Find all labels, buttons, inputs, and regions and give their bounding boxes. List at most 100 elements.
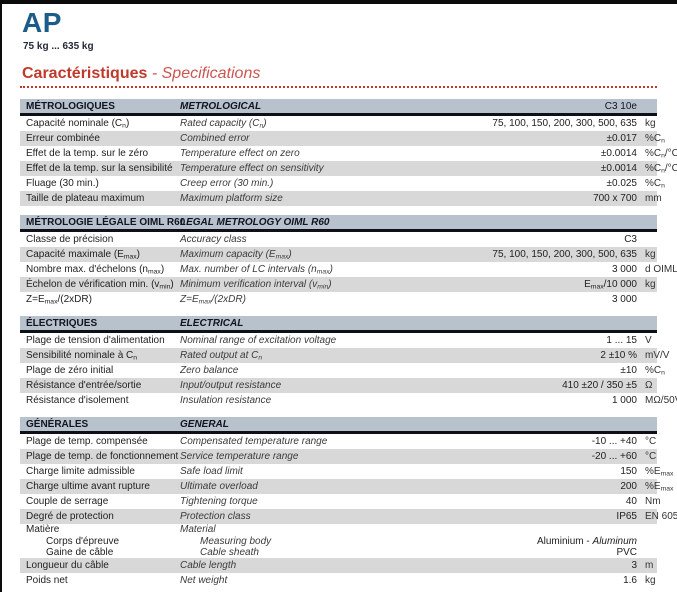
row-unit: %Cn: [645, 363, 677, 378]
table-row: Charge ultime avant ruptureUltimate over…: [20, 479, 657, 494]
row-label-en: Maximum capacity (Emax): [180, 247, 457, 262]
row-unit: d OIML: [645, 262, 677, 277]
row-value: -20 ... +60: [457, 449, 657, 464]
row-label-en: Z=Emax/(2xDR): [180, 292, 457, 307]
row-label-fr: Résistance d'isolement: [20, 393, 180, 408]
section-header: ÉLECTRIQUESELECTRICAL: [20, 316, 657, 333]
table-row: Fluage (30 min.)Creep error (30 min.)±0.…: [20, 176, 657, 191]
row-value: ±0.017: [457, 131, 657, 146]
table-row: Plage de tension d'alimentationNominal r…: [20, 333, 657, 348]
capacity-range: 75 kg ... 635 kg: [23, 41, 677, 52]
row-value: Emax/10 000: [457, 277, 657, 292]
row-value: 200: [457, 479, 657, 494]
row-label-fr: Classe de précision: [20, 232, 180, 247]
row-unit: kg: [645, 277, 677, 292]
row-value: 75, 100, 150, 200, 300, 500, 635: [457, 247, 657, 262]
row-label-fr: Plage de tension d'alimentation: [20, 333, 180, 348]
datasheet-page: AP 75 kg ... 635 kg Caractéristiques - S…: [2, 4, 677, 588]
row-value: [457, 524, 657, 536]
dotted-divider: [20, 86, 657, 88]
section-header: MÉTROLOGIE LÉGALE OIML R60LEGAL METROLOG…: [20, 215, 657, 232]
table-row: Capacité maximale (Emax)Maximum capacity…: [20, 247, 657, 262]
row-label-en: Combined error: [180, 131, 457, 146]
table-row: Plage de temp. compenséeCompensated temp…: [20, 434, 657, 449]
material-sub-row: Corps d'épreuveMeasuring bodyAluminium -…: [20, 536, 657, 547]
row-label-en: Material: [180, 524, 457, 536]
row-label-fr: Capacité nominale (Cn): [20, 116, 180, 131]
row-label-fr: Effet de la temp. sur le zéro: [20, 146, 180, 161]
section-header-en: LEGAL METROLOGY OIML R60: [180, 214, 457, 231]
section-header-en: ELECTRICAL: [180, 315, 457, 332]
row-value: 75, 100, 150, 200, 300, 500, 635: [457, 116, 657, 131]
table-row: Z=Emax/(2xDR)Z=Emax/(2xDR)3 000: [20, 292, 657, 307]
table-row: Nombre max. d'échelons (nmax)Max. number…: [20, 262, 657, 277]
table-row: Degré de protectionProtection classIP65E…: [20, 509, 657, 524]
row-value: 700 x 700: [457, 191, 657, 206]
spec-heading-en: - Specifications: [152, 65, 261, 82]
table-row: Erreur combinéeCombined error±0.017%Cn: [20, 131, 657, 146]
spec-table: MÉTROLOGIQUESMETROLOGICALC3 10eCapacité …: [20, 99, 677, 588]
row-unit: m: [645, 558, 677, 573]
table-row: Classe de précisionAccuracy classC3: [20, 232, 657, 247]
row-value: 3 000: [457, 262, 657, 277]
sub-row-label-en: Measuring body: [200, 536, 457, 547]
row-label-fr: Capacité maximale (Emax): [20, 247, 180, 262]
spec-section: MÉTROLOGIE LÉGALE OIML R60LEGAL METROLOG…: [20, 215, 677, 307]
row-unit: Ω: [645, 378, 677, 393]
row-unit: °C: [645, 434, 677, 449]
row-label-fr: Fluage (30 min.): [20, 176, 180, 191]
spec-section: MÉTROLOGIQUESMETROLOGICALC3 10eCapacité …: [20, 99, 677, 206]
spec-heading-fr: Caractéristiques: [22, 65, 147, 82]
row-label-en: Minimum verification interval (vmin): [180, 277, 457, 292]
row-unit: °C: [645, 449, 677, 464]
row-unit: Nm: [645, 494, 677, 509]
table-row: MatièreMaterial: [20, 524, 657, 536]
row-unit: %Cn/°C: [645, 146, 677, 161]
row-label-en: Ultimate overload: [180, 479, 457, 494]
row-unit: %Cn: [645, 131, 677, 146]
sub-row-value: Aluminium - Aluminum: [457, 536, 657, 547]
row-label-fr: Couple de serrage: [20, 494, 180, 509]
row-unit: kg: [645, 573, 677, 588]
table-row-group: MatièreMaterialCorps d'épreuveMeasuring …: [20, 524, 657, 558]
row-value: ±0.025: [457, 176, 657, 191]
row-value: 3 000: [457, 292, 657, 307]
row-value: 410 ±20 / 350 ±5: [457, 378, 657, 393]
section-header-en: METROLOGICAL: [180, 98, 457, 115]
row-label-fr: Sensibilité nominale à Cn: [20, 348, 180, 363]
row-label-en: Insulation resistance: [180, 393, 457, 408]
row-unit: EN 60529: [645, 509, 677, 524]
row-label-fr: Matière: [20, 524, 180, 536]
row-value: C3: [457, 232, 657, 247]
row-label-fr: Effet de la temp. sur la sensibilité: [20, 161, 180, 176]
row-label-en: Max. number of LC intervals (nmax): [180, 262, 457, 277]
row-value: 2 ±10 %: [457, 348, 657, 363]
row-label-fr: Longueur du câble: [20, 558, 180, 573]
row-label-en: Nominal range of excitation voltage: [180, 333, 457, 348]
row-label-en: Maximum platform size: [180, 191, 457, 206]
row-unit: kg: [645, 116, 677, 131]
row-label-en: Cable length: [180, 558, 457, 573]
row-unit: V: [645, 333, 677, 348]
row-label-fr: Charge ultime avant rupture: [20, 479, 180, 494]
section-header-fr: MÉTROLOGIQUES: [20, 98, 180, 115]
table-row: Poids netNet weight1.6kg: [20, 573, 657, 588]
row-unit: kg: [645, 247, 677, 262]
table-row: Sensibilité nominale à CnRated output at…: [20, 348, 657, 363]
row-value: IP65: [457, 509, 657, 524]
table-row: Capacité nominale (Cn)Rated capacity (Cn…: [20, 116, 657, 131]
row-label-fr: Degré de protection: [20, 509, 180, 524]
row-value: 1 000: [457, 393, 657, 408]
table-row: Taille de plateau maximumMaximum platfor…: [20, 191, 657, 206]
row-label-fr: Échelon de vérification min. (vmin): [20, 277, 180, 292]
row-unit: %Cn/°C: [645, 161, 677, 176]
table-row: Résistance d'entrée/sortieInput/output r…: [20, 378, 657, 393]
row-label-fr: Plage de temp. compensée: [20, 434, 180, 449]
sub-row-label-fr: Gaine de câble: [20, 547, 200, 558]
row-label-en: Input/output resistance: [180, 378, 457, 393]
row-label-en: Safe load limit: [180, 464, 457, 479]
row-label-en: Temperature effect on sensitivity: [180, 161, 457, 176]
row-value: ±10: [457, 363, 657, 378]
table-row: Couple de serrageTightening torque40Nm: [20, 494, 657, 509]
table-row: Effet de la temp. sur la sensibilitéTemp…: [20, 161, 657, 176]
